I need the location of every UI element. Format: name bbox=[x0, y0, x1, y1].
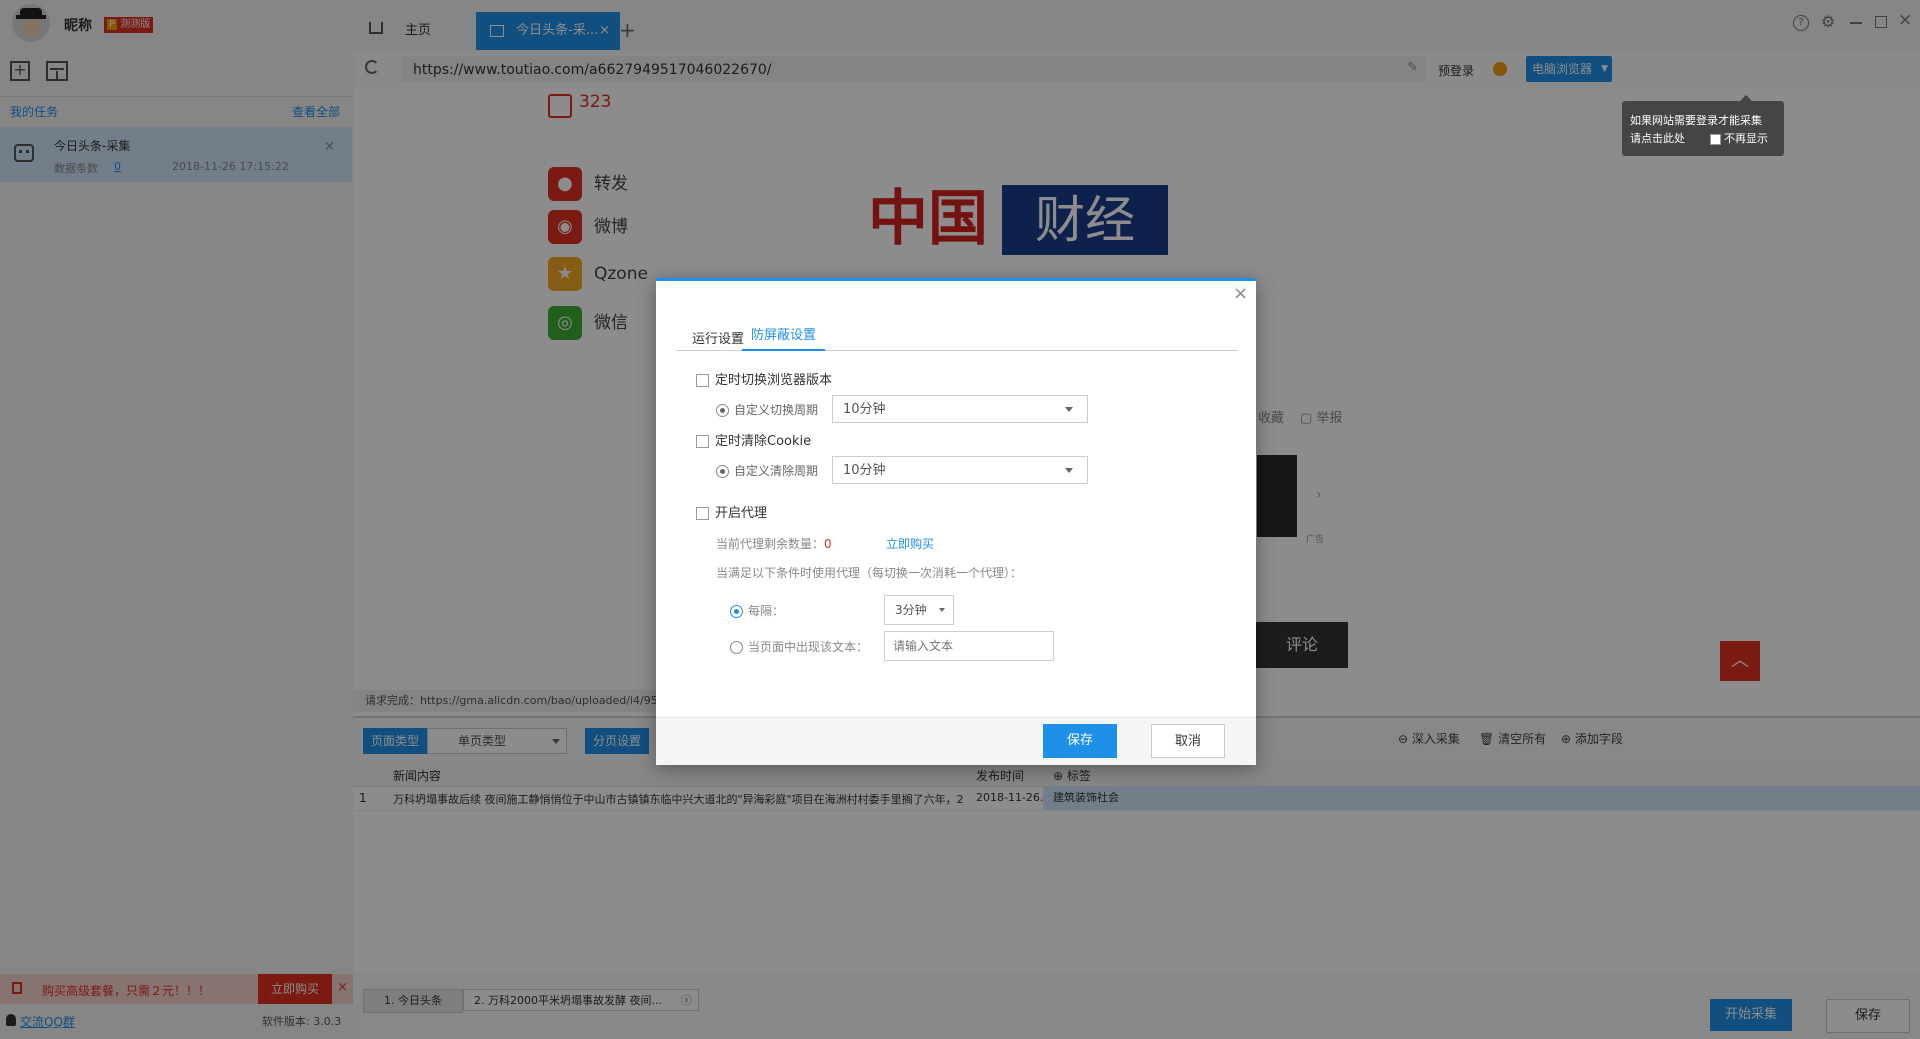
proxy-remaining: 当前代理剩余数量：0 bbox=[716, 537, 832, 551]
cookie-clear-custom-radio[interactable]: 自定义清除周期 bbox=[716, 462, 818, 479]
dialog-cancel-button[interactable]: 取消 bbox=[1151, 724, 1225, 758]
cookie-clear-checkbox[interactable]: 定时清除Cookie bbox=[696, 430, 811, 449]
tooltip-line2[interactable]: 请点击此处 bbox=[1630, 130, 1685, 146]
proxy-checkbox[interactable]: 开启代理 bbox=[696, 502, 767, 521]
tab-run-settings[interactable]: 运行设置 bbox=[692, 328, 744, 347]
proxy-condition-text: 当满足以下条件时使用代理（每切换一次消耗一个代理）： bbox=[716, 566, 1023, 580]
chevron-down-icon bbox=[1065, 468, 1073, 473]
buy-proxy-link[interactable]: 立即购买 bbox=[886, 535, 934, 552]
proxy-every-select[interactable]: 3分钟 bbox=[884, 595, 954, 625]
no-show-checkbox[interactable]: 不再显示 bbox=[1710, 130, 1768, 146]
radio-icon bbox=[716, 465, 729, 478]
proxy-text-input[interactable] bbox=[884, 631, 1054, 661]
dialog-footer: 保存 取消 bbox=[656, 717, 1256, 765]
browser-switch-period-select[interactable]: 10分钟 bbox=[832, 395, 1088, 423]
anti-block-settings-dialog: × 运行设置 防屏蔽设置 定时切换浏览器版本 自定义切换周期 10分钟 定时清除… bbox=[656, 278, 1256, 765]
proxy-every-radio[interactable]: 每隔： bbox=[730, 602, 784, 619]
tooltip-line1: 如果网站需要登录才能采集 bbox=[1630, 114, 1762, 127]
chevron-down-icon bbox=[1065, 407, 1073, 412]
browser-switch-checkbox[interactable]: 定时切换浏览器版本 bbox=[696, 369, 832, 388]
dialog-tabs: 运行设置 防屏蔽设置 bbox=[676, 323, 1238, 351]
browser-switch-check-icon bbox=[696, 374, 709, 387]
radio-icon bbox=[716, 404, 729, 417]
radio-icon bbox=[730, 605, 743, 618]
browser-switch-custom-radio[interactable]: 自定义切换周期 bbox=[716, 401, 818, 418]
no-show-check-icon bbox=[1710, 133, 1721, 145]
chevron-down-icon bbox=[939, 608, 945, 612]
dialog-close-icon[interactable]: × bbox=[1233, 283, 1248, 304]
tab-anti-block-settings[interactable]: 防屏蔽设置 bbox=[742, 323, 826, 351]
cookie-clear-check-icon bbox=[696, 435, 709, 448]
radio-icon bbox=[730, 641, 743, 654]
dialog-save-button[interactable]: 保存 bbox=[1043, 724, 1117, 758]
proxy-check-icon bbox=[696, 507, 709, 520]
cookie-clear-period-select[interactable]: 10分钟 bbox=[832, 456, 1088, 484]
proxy-remaining-value: 0 bbox=[824, 537, 832, 551]
proxy-text-radio[interactable]: 当页面中出现该文本： bbox=[730, 638, 868, 655]
login-tooltip: 如果网站需要登录才能采集 请点击此处 不再显示 bbox=[1622, 95, 1784, 156]
